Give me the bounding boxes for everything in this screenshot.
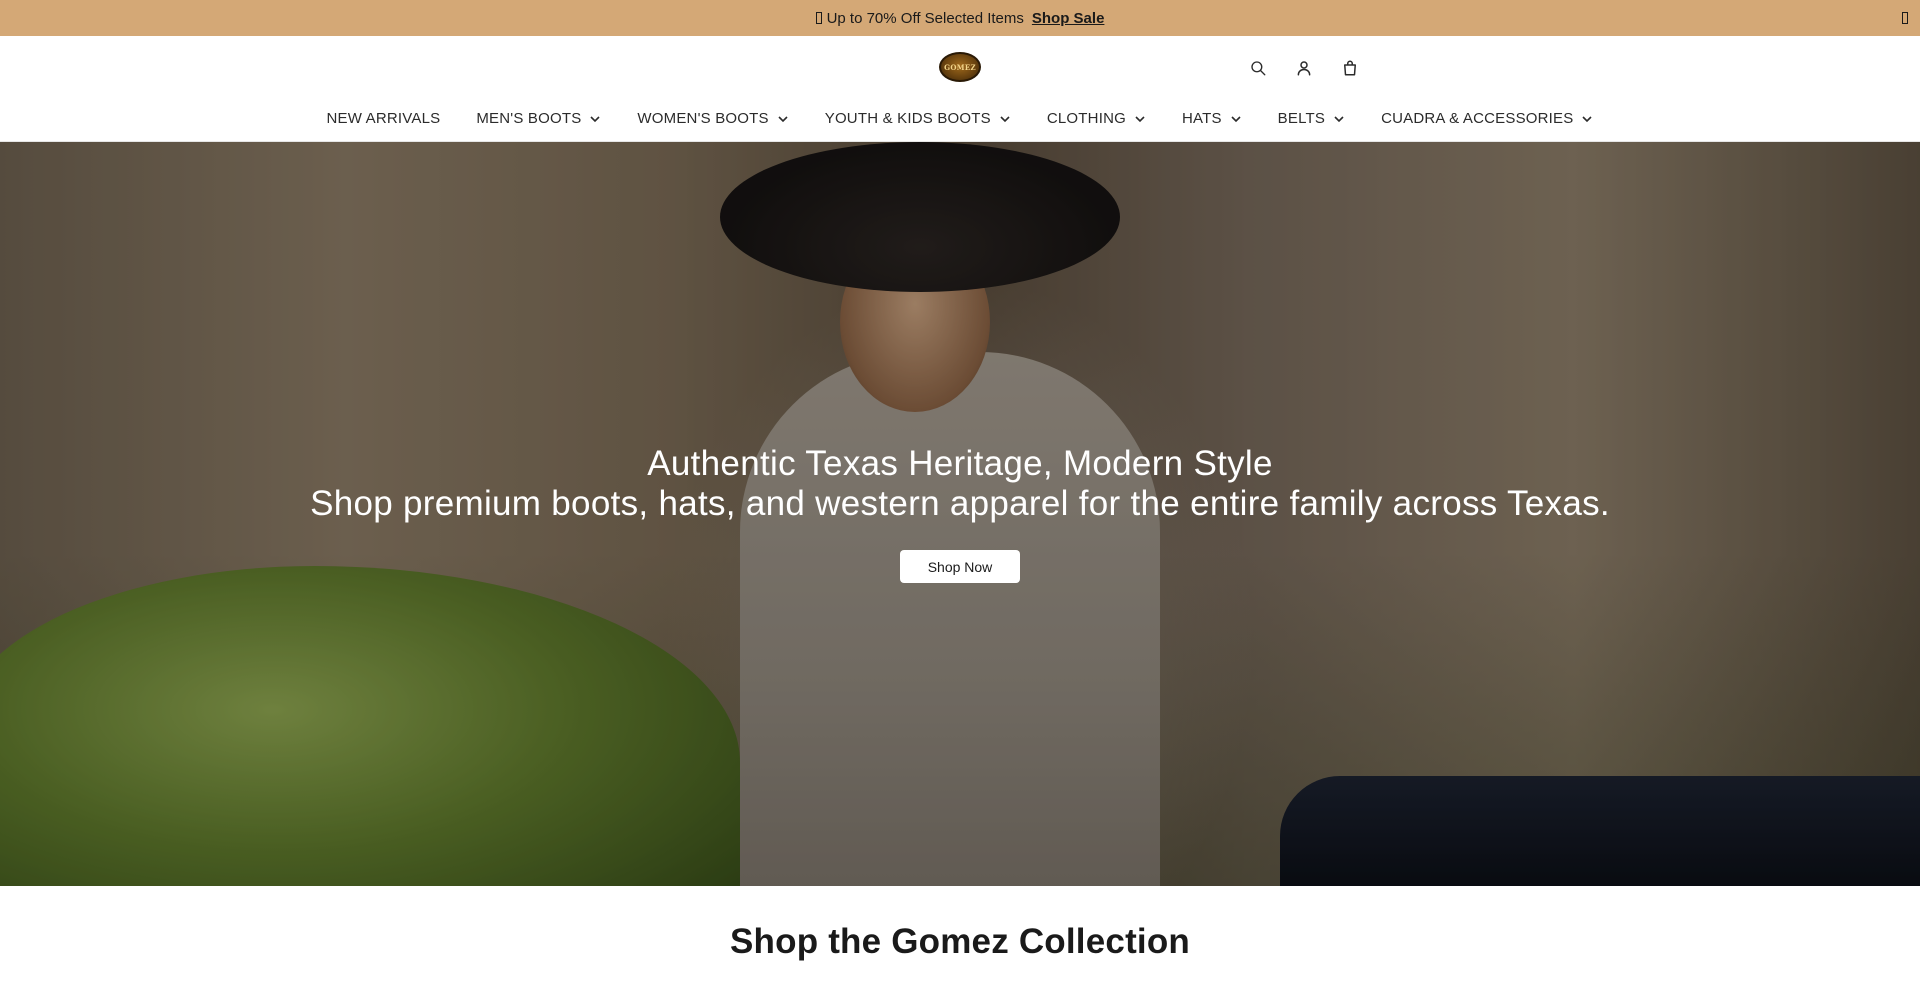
nav-item-belts[interactable]: BELTS	[1278, 110, 1345, 127]
nav-item-new-arrivals[interactable]: NEW ARRIVALS	[327, 110, 441, 127]
hero-banner: Authentic Texas Heritage, Modern Style S…	[0, 142, 1920, 886]
nav-item-label: YOUTH & KIDS BOOTS	[824, 110, 991, 127]
hero-text-block: Authentic Texas Heritage, Modern Style S…	[0, 444, 1920, 524]
nav-item-hats[interactable]: HATS	[1182, 110, 1242, 127]
account-icon[interactable]	[1294, 58, 1314, 78]
announcement-text: Up to 70% Off Selected Items	[826, 9, 1024, 27]
announcement-bar: Up to 70% Off Selected Items Shop Sale	[0, 0, 1920, 36]
chevron-down-icon	[1000, 115, 1010, 122]
chevron-down-icon	[1231, 115, 1241, 122]
shop-sale-link[interactable]: Shop Sale	[1032, 10, 1105, 27]
nav-item-cuadra-accessories[interactable]: CUADRA & ACCESSORIES	[1381, 110, 1593, 127]
collection-heading: Shop the Gomez Collection	[729, 922, 1191, 961]
announcement-glyph-icon	[815, 12, 822, 24]
nav-item-label: CLOTHING	[1046, 110, 1126, 127]
brand-logo[interactable]: GOMEZ	[939, 52, 981, 82]
nav-item-clothing[interactable]: CLOTHING	[1047, 110, 1146, 127]
close-announcement-icon[interactable]	[1902, 12, 1908, 24]
nav-item-label: CUADRA & ACCESSORIES	[1381, 110, 1574, 127]
chevron-down-icon	[1334, 115, 1344, 122]
nav-item-label: BELTS	[1277, 110, 1326, 127]
chevron-down-icon	[1582, 115, 1593, 122]
main-navigation: NEW ARRIVALS MEN'S BOOTS WOMEN'S BOOTS Y…	[0, 110, 1920, 127]
header-utility-icons	[1248, 58, 1360, 78]
chevron-down-icon	[778, 115, 788, 122]
hero-title: Authentic Texas Heritage, Modern Style	[647, 444, 1273, 483]
nav-item-label: MEN'S BOOTS	[476, 110, 582, 127]
shop-now-button[interactable]: Shop Now	[900, 550, 1020, 583]
cart-icon[interactable]	[1340, 58, 1360, 78]
search-icon[interactable]	[1248, 58, 1268, 78]
logo-text: GOMEZ	[944, 62, 976, 72]
chevron-down-icon	[590, 115, 600, 122]
nav-item-label: WOMEN'S BOOTS	[637, 110, 769, 127]
nav-item-womens-boots[interactable]: WOMEN'S BOOTS	[637, 110, 788, 127]
chevron-down-icon	[1135, 115, 1145, 122]
nav-item-mens-boots[interactable]: MEN'S BOOTS	[476, 110, 601, 127]
site-header: GOMEZ NEW ARRIVALS MEN'S BOOTS WOMEN'S B…	[0, 36, 1920, 142]
hero-subtitle: Shop premium boots, hats, and western ap…	[310, 484, 1610, 523]
nav-item-youth-kids-boots[interactable]: YOUTH & KIDS BOOTS	[825, 110, 1011, 127]
nav-item-label: NEW ARRIVALS	[326, 110, 441, 127]
nav-item-label: HATS	[1181, 110, 1222, 127]
